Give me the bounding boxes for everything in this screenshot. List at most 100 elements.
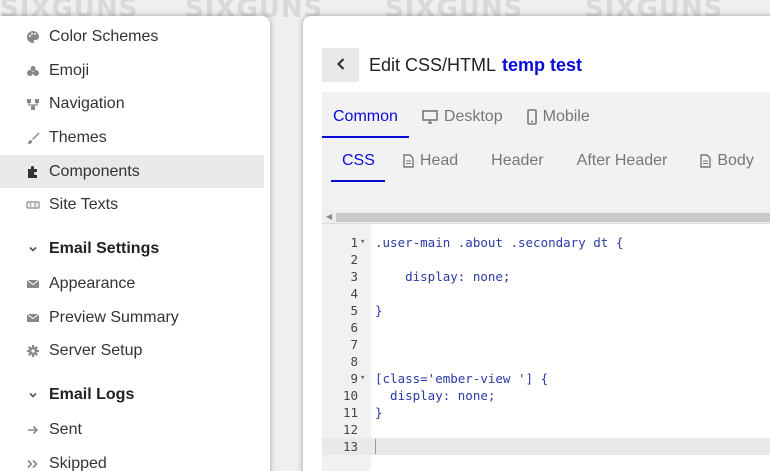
- section-tabs: CSS Head Header After Header Body: [322, 142, 770, 182]
- page-header: Edit CSS/HTML temp test: [322, 48, 582, 82]
- sidebar-item-label: Skipped: [49, 454, 107, 471]
- sidebar-item-themes[interactable]: Themes: [0, 121, 270, 155]
- code-line[interactable]: 5}: [322, 302, 770, 319]
- tab-label: Body: [717, 152, 754, 169]
- palette-icon: [24, 30, 42, 44]
- sidebar-item-emoji[interactable]: Emoji: [0, 54, 270, 88]
- sidebar-group-email-logs[interactable]: Email Logs: [0, 377, 270, 413]
- code-line[interactable]: 4: [322, 285, 770, 302]
- tab-label: Mobile: [542, 108, 590, 125]
- tab-label: Header: [491, 152, 544, 169]
- line-number: 7: [350, 337, 358, 352]
- scroll-left-icon[interactable]: ◀: [326, 212, 332, 221]
- code-editor[interactable]: 1 ▾ .user-main .about .secondary dt {2 3 di…: [322, 224, 770, 471]
- code-text: }: [375, 303, 383, 318]
- chevron-left-icon: [335, 57, 347, 74]
- sidebar-item-site-texts[interactable]: Site Texts: [0, 188, 270, 222]
- code-line[interactable]: 9 ▾ [class='ember-view '] {: [322, 370, 770, 387]
- line-number: 3: [350, 269, 358, 284]
- code-text: display: none;: [375, 269, 511, 284]
- chevron-down-icon: [24, 390, 42, 400]
- code-line[interactable]: 11}: [322, 404, 770, 421]
- navigation-icon: [24, 97, 42, 111]
- code-text: .user-main .about .secondary dt {: [375, 235, 624, 250]
- line-number: 9: [350, 371, 358, 386]
- code-line[interactable]: 1 ▾ .user-main .about .secondary dt {: [322, 234, 770, 251]
- puzzle-icon: [24, 165, 42, 179]
- scrollbar-thumb[interactable]: [336, 213, 770, 222]
- code-line[interactable]: 7: [322, 336, 770, 353]
- tab-body[interactable]: Body: [688, 142, 764, 182]
- sidebar-item-label: Navigation: [49, 95, 125, 113]
- text-cursor: [375, 439, 376, 454]
- code-text: display: none;: [375, 388, 496, 403]
- sidebar-item-appearance[interactable]: Appearance: [0, 267, 270, 301]
- admin-sidebar: Color Schemes Emoji Navigation Themes Co…: [0, 16, 270, 471]
- code-line[interactable]: 2: [322, 251, 770, 268]
- text-icon: [24, 198, 42, 212]
- theme-name-link[interactable]: temp test: [502, 55, 582, 76]
- fold-toggle-icon[interactable]: ▾: [360, 370, 365, 387]
- tab-mobile[interactable]: Mobile: [516, 98, 601, 138]
- sidebar-item-server-setup[interactable]: Server Setup: [0, 335, 270, 369]
- line-number: 10: [342, 388, 358, 403]
- main-panel: Edit CSS/HTML temp test Common Desktop M…: [303, 16, 770, 471]
- tab-label: Head: [419, 152, 459, 169]
- tab-label: After Header: [576, 152, 668, 169]
- code-line[interactable]: 13: [322, 438, 770, 455]
- mobile-icon: [526, 109, 537, 125]
- sidebar-item-label: Site Texts: [49, 196, 119, 214]
- sidebar-item-label: Appearance: [49, 274, 136, 292]
- envelope-icon: [24, 277, 42, 291]
- line-number: 1: [350, 235, 358, 250]
- tab-after-header[interactable]: After Header: [565, 142, 679, 182]
- code-text: }: [375, 405, 383, 420]
- sidebar-group-heading: Email Settings: [49, 240, 160, 258]
- code-text: [class='ember-view '] {: [375, 371, 549, 386]
- line-number: 6: [350, 320, 358, 335]
- sidebar-item-preview-summary[interactable]: Preview Summary: [0, 301, 270, 335]
- sidebar-item-label: Preview Summary: [49, 308, 179, 326]
- emoji-icon: [24, 64, 42, 78]
- tab-head[interactable]: Head: [395, 142, 469, 182]
- sidebar-item-color-schemes[interactable]: Color Schemes: [0, 20, 270, 54]
- sidebar-group-heading: Email Logs: [49, 386, 135, 404]
- line-number: 13: [342, 439, 358, 454]
- tab-css[interactable]: CSS: [331, 142, 385, 182]
- line-number: 5: [350, 303, 358, 318]
- sidebar-item-sent[interactable]: Sent: [0, 413, 270, 447]
- sidebar-item-components[interactable]: Components: [0, 154, 264, 189]
- envelope-icon: [24, 311, 42, 325]
- file-icon: [700, 154, 712, 168]
- tab-header[interactable]: Header: [479, 142, 554, 182]
- code-line[interactable]: 10 display: none;: [322, 387, 770, 404]
- code-line[interactable]: 12: [322, 421, 770, 438]
- chevron-down-icon: [24, 244, 42, 254]
- code-line[interactable]: 8: [322, 353, 770, 370]
- tab-label: Desktop: [443, 108, 503, 125]
- sidebar-item-skipped[interactable]: Skipped: [0, 447, 270, 471]
- sidebar-group-email-settings[interactable]: Email Settings: [0, 231, 270, 267]
- code-line[interactable]: 3 display: none;: [322, 268, 770, 285]
- line-number: 11: [342, 405, 358, 420]
- tab-label: Common: [333, 108, 398, 125]
- target-tabs: Common Desktop Mobile: [322, 98, 603, 138]
- double-chevron-icon: [24, 457, 42, 471]
- sidebar-item-label: Components: [49, 162, 140, 180]
- page-title: Edit CSS/HTML: [369, 54, 497, 75]
- fold-toggle-icon[interactable]: ▾: [360, 234, 365, 251]
- line-number: 12: [342, 422, 358, 437]
- sidebar-item-label: Color Schemes: [49, 27, 159, 45]
- sidebar-item-label: Emoji: [49, 61, 90, 79]
- sidebar-item-label: Sent: [49, 421, 82, 439]
- arrow-right-icon: [24, 423, 42, 437]
- tab-common[interactable]: Common: [322, 98, 409, 138]
- brush-icon: [24, 131, 42, 145]
- back-button[interactable]: [322, 48, 359, 82]
- file-icon: [403, 154, 414, 168]
- code-line[interactable]: 6: [322, 319, 770, 336]
- tab-desktop[interactable]: Desktop: [411, 98, 514, 138]
- horizontal-scrollbar[interactable]: ◀: [322, 210, 770, 224]
- line-number: 4: [350, 286, 358, 301]
- sidebar-item-navigation[interactable]: Navigation: [0, 87, 270, 121]
